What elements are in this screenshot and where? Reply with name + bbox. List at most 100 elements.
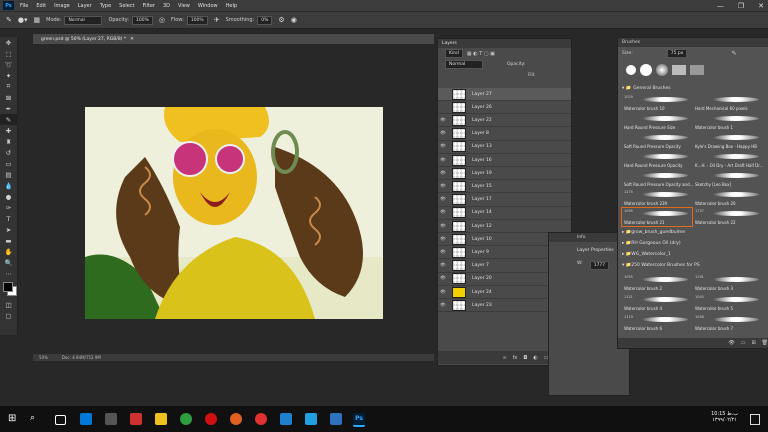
blend-mode-dropdown[interactable]: Normal: [445, 60, 483, 69]
system-clock[interactable]: 10:15 ب.ظ ۱۳۹۹/۰۲/۲۱: [711, 411, 738, 423]
brush-preset-item[interactable]: 1275 Watercolor brush 239: [622, 189, 692, 207]
document-tab[interactable]: green.psd @ 50% (Layer 27, RGB/8) * ✕: [33, 34, 434, 44]
crop-tool-icon[interactable]: ⌗: [0, 81, 17, 92]
eyedropper-tool-icon[interactable]: ✒: [0, 103, 17, 114]
new-group-icon[interactable]: ▭: [741, 340, 746, 346]
quick-mask-icon[interactable]: ◫: [0, 299, 17, 310]
brush-preset-item[interactable]: 1095 Watercolor brush 21: [621, 207, 693, 227]
more-tools-icon[interactable]: ⋯: [0, 268, 17, 279]
eraser-tool-icon[interactable]: ▭: [0, 158, 17, 169]
menu-layer[interactable]: Layer: [78, 3, 92, 9]
healing-tool-icon[interactable]: ✚: [0, 125, 17, 136]
menu-select[interactable]: Select: [119, 3, 134, 9]
menu-3d[interactable]: 3D: [163, 3, 170, 9]
minimize-button[interactable]: —: [717, 2, 724, 10]
layer-row[interactable]: 👁 Layer 15: [438, 180, 571, 194]
brush-preset-icon[interactable]: ●▾: [18, 16, 28, 24]
clone-stamp-tool-icon[interactable]: ♜: [0, 136, 17, 147]
visibility-eye-icon[interactable]: 👁: [438, 276, 448, 281]
brush-preset-item[interactable]: Watercolor brush 1: [693, 113, 763, 131]
visibility-eye-icon[interactable]: 👁: [438, 290, 448, 295]
brush-tool-icon[interactable]: ✎: [6, 16, 12, 24]
brush-preset-item[interactable]: 1029 Watercolor brush 10: [622, 94, 692, 112]
general-brushes-folder[interactable]: ▾ 📁 General Brushes: [622, 84, 762, 93]
dodge-tool-icon[interactable]: ●: [0, 191, 17, 202]
brush-preset-item[interactable]: Watercolor brush 20: [693, 189, 763, 207]
menu-filter[interactable]: Filter: [143, 3, 155, 9]
w-field[interactable]: 1777: [589, 261, 610, 270]
brush-preset-item[interactable]: 1046 Watercolor brush 7: [693, 314, 763, 332]
brush-preset-item[interactable]: Hard Round Pressure Opacity: [622, 151, 692, 169]
brush-settings-icon[interactable]: ▦: [34, 16, 41, 24]
layer-row[interactable]: 👁 Layer 22: [438, 114, 571, 128]
size-field[interactable]: 75 px: [666, 48, 688, 58]
lasso-tool-icon[interactable]: ➰: [0, 59, 17, 70]
doc-size-info[interactable]: Doc: 4.94M/752.9M: [62, 355, 101, 360]
hand-tool-icon[interactable]: ✋: [0, 246, 17, 257]
foreground-color-swatch[interactable]: [3, 282, 13, 292]
layer-row[interactable]: 👁 Layer 17: [438, 194, 571, 207]
visibility-eye-icon[interactable]: 👁: [438, 197, 448, 202]
link-layers-icon[interactable]: ∞: [502, 355, 506, 361]
preview-icon[interactable]: 👁: [728, 340, 734, 346]
recent-brush-2[interactable]: [640, 64, 652, 76]
brush-folder[interactable]: ▸ 📁 grow_brush_guedbulme: [622, 228, 762, 237]
layer-row[interactable]: 👁 Layer 14: [438, 207, 571, 220]
new-brush-button[interactable]: ⊞: [751, 340, 755, 346]
blur-tool-icon[interactable]: 💧: [0, 180, 17, 191]
screen-mode-icon[interactable]: ▢: [0, 310, 17, 321]
gear-icon[interactable]: ⚙: [278, 16, 284, 24]
recent-brush-4[interactable]: [672, 65, 686, 75]
shape-tool-icon[interactable]: ▬: [0, 235, 17, 246]
type-tool-icon[interactable]: T: [0, 213, 17, 224]
search-icon[interactable]: ⌕: [30, 413, 42, 425]
brush-preset-item[interactable]: 1191 Watercolor brush 3: [693, 274, 763, 292]
filter-icons[interactable]: ▦ ◐ T ▢ ▣: [467, 51, 495, 57]
brush-preset-item[interactable]: 1045 Watercolor brush 5: [693, 294, 763, 312]
layer-row[interactable]: Layer 26: [438, 101, 571, 115]
menu-type[interactable]: Type: [100, 3, 111, 9]
kind-filter-dropdown[interactable]: Kind: [445, 49, 463, 58]
brush-folder[interactable]: ▸ 📁 RH Gorgeous Oil (dry): [622, 239, 762, 248]
firefox-icon[interactable]: [230, 413, 242, 425]
brush-preset-item[interactable]: Soft Round Pressure Opacity: [622, 132, 692, 150]
menu-image[interactable]: Image: [54, 3, 70, 9]
smoothing-field[interactable]: 0%: [257, 15, 273, 25]
menu-edit[interactable]: Edit: [36, 3, 46, 9]
visibility-eye-icon[interactable]: 👁: [438, 224, 448, 229]
brush-tool-icon[interactable]: ✎: [0, 114, 17, 125]
menu-file[interactable]: File: [20, 3, 28, 9]
quick-select-tool-icon[interactable]: ✦: [0, 70, 17, 81]
brush-preset-item[interactable]: 1055 Watercolor brush 2: [622, 274, 692, 292]
visibility-eye-icon[interactable]: 👁: [438, 144, 448, 149]
close-button[interactable]: ✕: [758, 2, 764, 10]
brush-folder[interactable]: ▾ 📁 250 Watercolor Brushes for PS: [622, 261, 762, 270]
visibility-eye-icon[interactable]: 👁: [438, 118, 448, 123]
notifications-icon[interactable]: [750, 414, 760, 425]
visibility-eye-icon[interactable]: 👁: [438, 210, 448, 215]
visibility-eye-icon[interactable]: 👁: [438, 158, 448, 163]
brush-preset-item[interactable]: Hard Mechanical 60 pixels: [693, 94, 763, 112]
mask-icon[interactable]: ◘: [523, 355, 527, 361]
canvas-area[interactable]: [33, 44, 434, 354]
brush-preset-item[interactable]: Kyle's Drawing Box - Happy HB: [693, 132, 763, 150]
brush-preset-item[interactable]: 1737 Watercolor brush 22: [693, 208, 763, 226]
brush-preset-item[interactable]: Hard Round Pressure Size: [622, 113, 692, 131]
layer-row[interactable]: 👁 Layer 19: [438, 167, 571, 181]
path-select-tool-icon[interactable]: ➤: [0, 224, 17, 235]
opacity-field[interactable]: 100%: [132, 15, 153, 25]
marquee-tool-icon[interactable]: ⬚: [0, 48, 17, 59]
history-brush-tool-icon[interactable]: ↺: [0, 147, 17, 158]
gradient-tool-icon[interactable]: ▤: [0, 169, 17, 180]
visibility-eye-icon[interactable]: 👁: [438, 263, 448, 268]
delete-brush-icon[interactable]: 🗑: [762, 340, 768, 346]
task-view-icon[interactable]: [55, 415, 66, 425]
photos-icon[interactable]: [330, 413, 342, 425]
windows-start-icon[interactable]: ⊞: [8, 413, 20, 425]
calculator-icon[interactable]: [105, 413, 117, 425]
layers-tab[interactable]: Layers: [442, 41, 457, 46]
visibility-eye-icon[interactable]: 👁: [438, 237, 448, 242]
file-explorer-icon[interactable]: [155, 413, 167, 425]
layer-row[interactable]: 👁 Layer 8: [438, 128, 571, 141]
flow-field[interactable]: 100%: [186, 15, 208, 25]
